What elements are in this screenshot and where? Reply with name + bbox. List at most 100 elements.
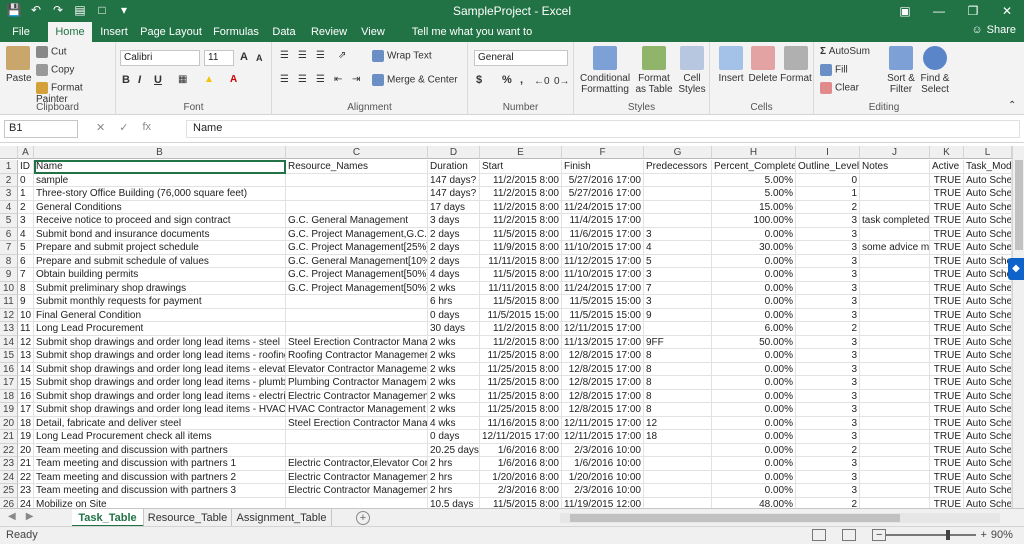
header-cell[interactable]: Finish: [562, 160, 644, 174]
increase-decimal-icon[interactable]: ←0: [534, 76, 550, 87]
data-cell[interactable]: 2/3/2016 10:00: [562, 443, 644, 457]
data-cell[interactable]: 0.00%: [712, 430, 796, 444]
header-cell[interactable]: Percent_Complete: [712, 160, 796, 174]
data-cell[interactable]: 5/27/2016 17:00: [562, 187, 644, 201]
data-cell[interactable]: [644, 200, 712, 214]
data-cell[interactable]: 8: [644, 403, 712, 417]
cell-styles-button[interactable]: Cell Styles: [676, 46, 708, 95]
data-cell[interactable]: 11/25/2015 8:00: [480, 403, 562, 417]
data-cell[interactable]: 12/8/2015 17:00: [562, 376, 644, 390]
data-cell[interactable]: [860, 389, 930, 403]
data-cell[interactable]: 12/11/2015 17:00: [562, 430, 644, 444]
data-cell[interactable]: Team meeting and discussion with partner…: [34, 484, 286, 498]
data-cell[interactable]: 8: [644, 349, 712, 363]
data-cell[interactable]: 2 wks: [428, 389, 480, 403]
data-cell[interactable]: G.C. General Management: [286, 214, 428, 228]
next-sheet-icon[interactable]: ▶: [26, 511, 34, 522]
data-cell[interactable]: 2 days: [428, 241, 480, 255]
orientation-icon[interactable]: ⇗: [338, 50, 346, 61]
data-cell[interactable]: 3: [796, 430, 860, 444]
data-cell[interactable]: 8: [644, 389, 712, 403]
data-cell[interactable]: 3: [796, 470, 860, 484]
column-header[interactable]: L: [964, 146, 1012, 159]
data-cell[interactable]: Long Lead Procurement: [34, 322, 286, 336]
sort-filter-button[interactable]: Sort & Filter: [886, 46, 916, 95]
data-cell[interactable]: 9: [18, 295, 34, 309]
column-header[interactable]: G: [644, 146, 712, 159]
data-cell[interactable]: 2 hrs: [428, 484, 480, 498]
tab-home[interactable]: Home: [48, 22, 92, 42]
row-header[interactable]: 5: [0, 214, 18, 228]
data-cell[interactable]: TRUE: [930, 349, 964, 363]
data-cell[interactable]: 3: [644, 268, 712, 282]
copy-button[interactable]: Copy: [36, 64, 74, 76]
tab-insert[interactable]: Insert: [96, 22, 132, 42]
data-cell[interactable]: Submit shop drawings and order long lead…: [34, 403, 286, 417]
data-cell[interactable]: G.C. Project Management[25%],G.C: [286, 241, 428, 255]
data-cell[interactable]: 0.00%: [712, 443, 796, 457]
data-cell[interactable]: 3: [796, 362, 860, 376]
data-cell[interactable]: 2/3/2016 10:00: [562, 484, 644, 498]
restore-icon[interactable]: ❐: [956, 0, 990, 22]
data-cell[interactable]: Submit shop drawings and order long lead…: [34, 349, 286, 363]
header-cell[interactable]: Task_Mode: [964, 160, 1012, 174]
data-cell[interactable]: 2 wks: [428, 362, 480, 376]
data-cell[interactable]: 3: [796, 241, 860, 255]
column-header[interactable]: K: [930, 146, 964, 159]
data-cell[interactable]: 3: [644, 227, 712, 241]
data-cell[interactable]: 11/11/2015 8:00: [480, 281, 562, 295]
cut-button[interactable]: Cut: [36, 46, 67, 58]
font-size-select[interactable]: 11: [204, 50, 234, 66]
data-cell[interactable]: Receive notice to proceed and sign contr…: [34, 214, 286, 228]
data-cell[interactable]: 12/11/2015 17:00: [480, 430, 562, 444]
data-cell[interactable]: Roofing Contractor Management: [286, 349, 428, 363]
data-cell[interactable]: 2 hrs: [428, 457, 480, 471]
data-cell[interactable]: Submit shop drawings and order long lead…: [34, 376, 286, 390]
data-cell[interactable]: [644, 470, 712, 484]
data-cell[interactable]: 20: [18, 443, 34, 457]
data-cell[interactable]: Team meeting and discussion with partner…: [34, 457, 286, 471]
data-cell[interactable]: 0.00%: [712, 281, 796, 295]
header-cell[interactable]: Duration: [428, 160, 480, 174]
data-cell[interactable]: Team meeting and discussion with partner…: [34, 443, 286, 457]
data-cell[interactable]: 5/27/2016 17:00: [562, 173, 644, 187]
underline-button[interactable]: U: [154, 74, 162, 86]
shrink-font-icon[interactable]: A: [256, 53, 263, 63]
data-cell[interactable]: [644, 173, 712, 187]
tab-view[interactable]: View: [358, 22, 388, 42]
data-cell[interactable]: 2 wks: [428, 349, 480, 363]
data-cell[interactable]: task completed;: [860, 214, 930, 228]
data-cell[interactable]: 3: [644, 295, 712, 309]
data-cell[interactable]: TRUE: [930, 254, 964, 268]
data-cell[interactable]: [286, 295, 428, 309]
data-cell[interactable]: 0.00%: [712, 416, 796, 430]
data-cell[interactable]: 12/8/2015 17:00: [562, 403, 644, 417]
column-header[interactable]: J: [860, 146, 930, 159]
data-cell[interactable]: 3: [796, 227, 860, 241]
data-cell[interactable]: TRUE: [930, 430, 964, 444]
page-layout-view-icon[interactable]: [842, 529, 856, 541]
data-cell[interactable]: 12/11/2015 17:00: [562, 322, 644, 336]
close-icon[interactable]: ✕: [990, 0, 1024, 22]
zoom-in-icon[interactable]: +: [980, 529, 986, 541]
data-cell[interactable]: 12/11/2015 17:00: [562, 416, 644, 430]
data-cell[interactable]: Submit shop drawings and order long lead…: [34, 335, 286, 349]
tell-me-search[interactable]: Tell me what you want to do...: [402, 22, 542, 58]
data-cell[interactable]: [644, 443, 712, 457]
data-cell[interactable]: 8: [644, 376, 712, 390]
row-header[interactable]: 17: [0, 376, 18, 390]
currency-button[interactable]: $: [476, 74, 482, 86]
clear-button[interactable]: Clear: [820, 82, 859, 94]
column-header[interactable]: I: [796, 146, 860, 159]
data-cell[interactable]: Team meeting and discussion with partner…: [34, 470, 286, 484]
worksheet-grid[interactable]: A B C D E F G H I J K L 1 ID Name Resource_Names Duratio…: [0, 146, 1012, 508]
data-cell[interactable]: Auto Sched: [964, 200, 1012, 214]
data-cell[interactable]: Prepare and submit project schedule: [34, 241, 286, 255]
data-cell[interactable]: 17: [18, 403, 34, 417]
data-cell[interactable]: 3: [796, 403, 860, 417]
data-cell[interactable]: 12/8/2015 17:00: [562, 362, 644, 376]
data-cell[interactable]: 11/5/2015 8:00: [480, 268, 562, 282]
column-header[interactable]: F: [562, 146, 644, 159]
data-cell[interactable]: 2 wks: [428, 281, 480, 295]
data-cell[interactable]: TRUE: [930, 416, 964, 430]
